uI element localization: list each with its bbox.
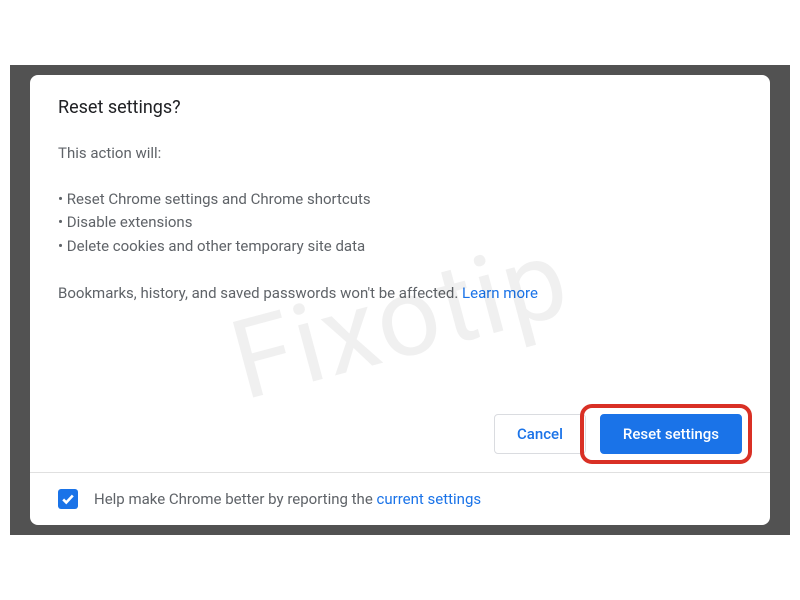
action-list: Reset Chrome settings and Chrome shortcu… [58, 188, 742, 258]
reset-settings-button[interactable]: Reset settings [600, 414, 742, 454]
dialog-note: Bookmarks, history, and saved passwords … [58, 282, 742, 305]
reset-settings-dialog: Reset settings? This action will: Reset … [30, 75, 770, 525]
cancel-button[interactable]: Cancel [494, 414, 586, 454]
dialog-body: Reset settings? This action will: Reset … [30, 75, 770, 396]
note-text: Bookmarks, history, and saved passwords … [58, 284, 462, 302]
list-item: Delete cookies and other temporary site … [58, 235, 742, 258]
footer-label: Help make Chrome better by reporting the… [94, 490, 481, 508]
report-checkbox[interactable] [58, 489, 78, 509]
dialog-title: Reset settings? [58, 97, 742, 118]
learn-more-link[interactable]: Learn more [462, 284, 538, 302]
footer-text-before: Help make Chrome better by reporting the [94, 490, 377, 508]
current-settings-link[interactable]: current settings [377, 490, 482, 508]
dialog-footer: Help make Chrome better by reporting the… [30, 473, 770, 525]
dialog-intro: This action will: [58, 144, 742, 162]
list-item: Reset Chrome settings and Chrome shortcu… [58, 188, 742, 211]
dialog-backdrop: Fixotip Reset settings? This action will… [10, 65, 790, 535]
list-item: Disable extensions [58, 211, 742, 234]
check-icon [61, 492, 75, 506]
dialog-buttons: Cancel Reset settings [30, 396, 770, 472]
